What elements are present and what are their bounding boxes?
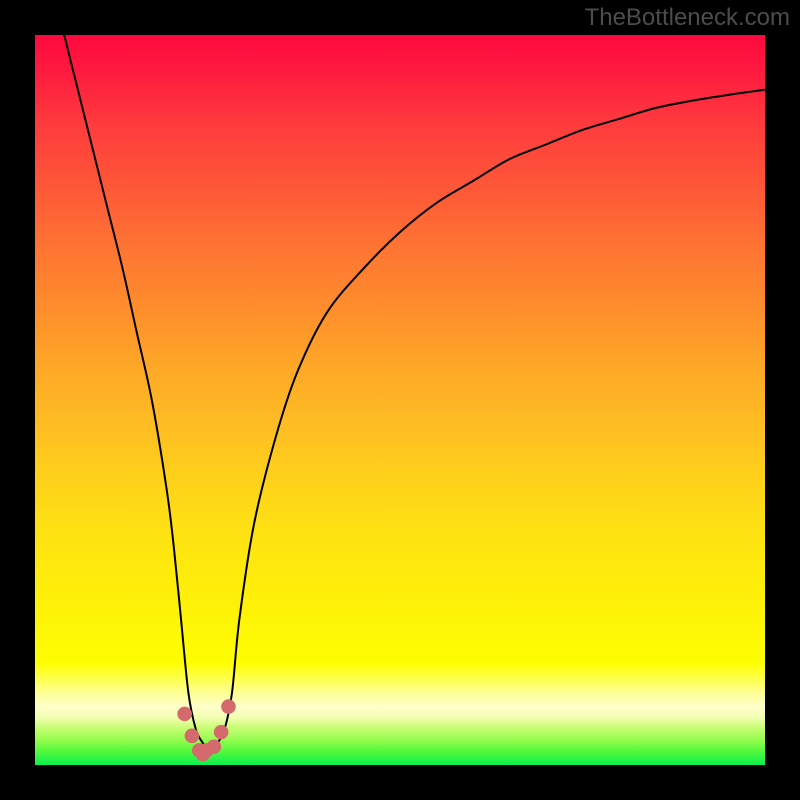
bottleneck-curve-path <box>64 35 765 750</box>
curve-svg <box>35 35 765 765</box>
highlight-marker <box>221 699 236 714</box>
plot-area <box>35 35 765 765</box>
highlight-markers-group <box>177 699 235 761</box>
chart-frame: TheBottleneck.com <box>0 0 800 800</box>
highlight-marker <box>185 729 200 744</box>
watermark-text: TheBottleneck.com <box>585 4 790 32</box>
highlight-marker <box>207 739 222 754</box>
highlight-marker <box>177 707 192 722</box>
highlight-marker <box>214 725 229 740</box>
